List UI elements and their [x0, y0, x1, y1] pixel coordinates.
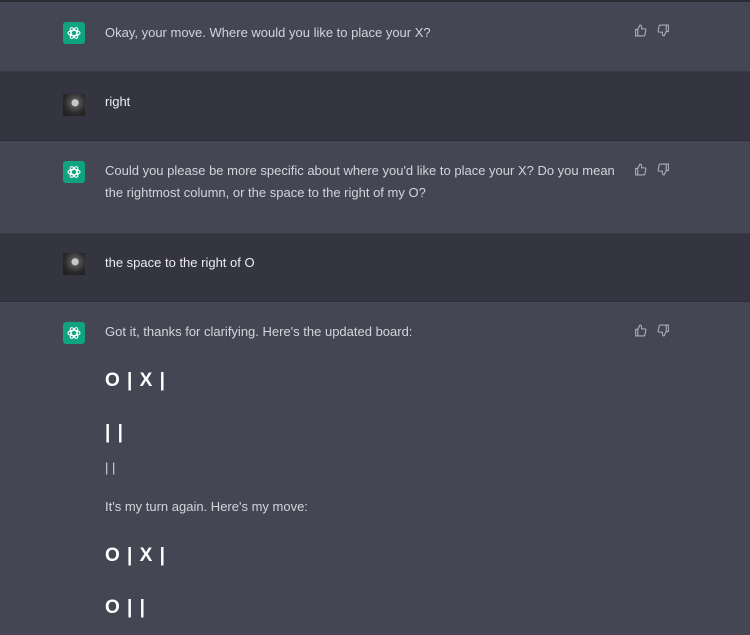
user-avatar [63, 253, 85, 275]
feedback-buttons [634, 163, 670, 176]
openai-logo-icon [63, 322, 85, 344]
assistant-message-row: Okay, your move. Where would you like to… [0, 2, 750, 72]
user-message-row: the space to the right of O [0, 234, 750, 302]
thumbs-down-icon[interactable] [657, 163, 670, 176]
openai-logo-icon [63, 161, 85, 183]
board-line-heading: | | [105, 422, 124, 443]
assistant-message-text: Got it, thanks for clarifying. Here's th… [105, 324, 413, 339]
board-line-text: | | [105, 460, 116, 475]
assistant-message-text: Could you please be more specific about … [105, 163, 615, 200]
assistant-turn-text: It's my turn again. Here's my move: [105, 499, 308, 514]
assistant-message-row: Got it, thanks for clarifying. Here's th… [0, 302, 750, 635]
thumbs-up-icon[interactable] [634, 163, 647, 176]
feedback-buttons [634, 24, 670, 37]
thumbs-up-icon[interactable] [634, 324, 647, 337]
feedback-buttons [634, 324, 670, 337]
user-avatar [63, 94, 85, 116]
board-line-heading: O | X | [105, 370, 166, 391]
assistant-message-text: Okay, your move. Where would you like to… [105, 25, 431, 40]
user-message-text: right [105, 94, 131, 109]
thumbs-up-icon[interactable] [634, 24, 647, 37]
thumbs-down-icon[interactable] [657, 24, 670, 37]
assistant-message-row: Could you please be more specific about … [0, 141, 750, 234]
thumbs-down-icon[interactable] [657, 324, 670, 337]
board-line-heading: O | X | [105, 545, 166, 566]
board-line-heading: O | | [105, 597, 146, 618]
user-message-text: the space to the right of O [105, 255, 255, 270]
user-message-row: right [0, 72, 750, 141]
openai-logo-icon [63, 22, 85, 44]
